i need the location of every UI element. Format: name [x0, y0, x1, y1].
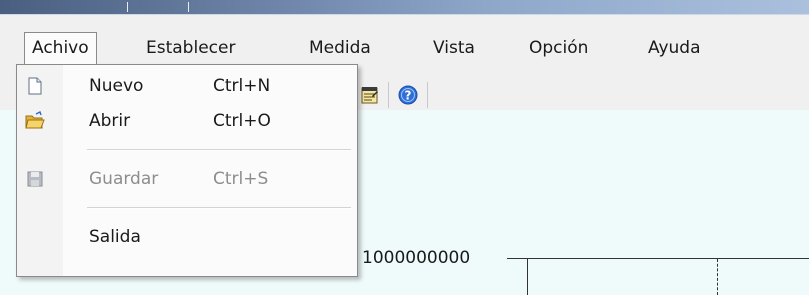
- open-folder-icon: [25, 111, 45, 131]
- menu-archivo[interactable]: Achivo: [24, 32, 97, 64]
- menu-item-nuevo[interactable]: Nuevo Ctrl+N: [17, 69, 357, 103]
- menu-vista[interactable]: Vista: [426, 33, 482, 63]
- grid-line: [717, 259, 718, 295]
- file-menu-dropdown: Nuevo Ctrl+N Abrir Ctrl+O Guardar Ctrl+S…: [16, 64, 358, 277]
- plot-top-border: [527, 258, 809, 259]
- menu-item-shortcut: Ctrl+N: [213, 76, 271, 96]
- y-axis-tick: [507, 258, 527, 259]
- menu-separator: [87, 149, 351, 151]
- svg-text:?: ?: [405, 89, 412, 103]
- menu-item-shortcut: Ctrl+S: [213, 169, 269, 189]
- menu-item-guardar: Guardar Ctrl+S: [17, 162, 357, 196]
- menu-establecer[interactable]: Establecer: [139, 33, 242, 63]
- y-axis-tick-label: 1000000000: [362, 248, 471, 268]
- measurement-settings-icon[interactable]: [360, 85, 380, 105]
- menu-item-salida[interactable]: Salida: [17, 220, 357, 254]
- new-document-icon: [25, 76, 45, 96]
- menu-opcion[interactable]: Opción: [522, 33, 595, 63]
- y-axis-line: [527, 258, 528, 295]
- menu-item-shortcut: Ctrl+O: [213, 111, 271, 131]
- menu-item-label: Guardar: [89, 169, 159, 189]
- menu-item-label: Salida: [89, 227, 141, 247]
- titlebar-divider: [127, 2, 128, 12]
- menu-separator: [87, 207, 351, 209]
- menu-item-label: Abrir: [89, 111, 131, 131]
- menu-item-label: Nuevo: [89, 76, 144, 96]
- toolbar-separator: [427, 82, 428, 108]
- window-titlebar: [0, 0, 809, 15]
- save-disk-icon: [25, 169, 45, 189]
- titlebar-divider: [188, 2, 189, 12]
- toolbar-separator: [388, 82, 389, 108]
- menu-medida[interactable]: Medida: [302, 33, 378, 63]
- menu-ayuda[interactable]: Ayuda: [641, 33, 708, 63]
- help-icon[interactable]: ?: [398, 85, 418, 105]
- menu-item-abrir[interactable]: Abrir Ctrl+O: [17, 104, 357, 138]
